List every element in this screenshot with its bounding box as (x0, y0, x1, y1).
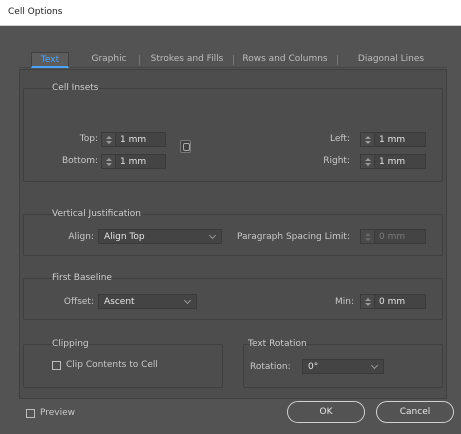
bottom-inset-value: 1 mm (120, 157, 147, 167)
tab-bar: Text Graphic Strokes and Fills Rows and … (19, 52, 447, 68)
tab-rows-and-columns[interactable]: Rows and Columns (235, 52, 335, 68)
right-inset-value: 1 mm (379, 157, 406, 167)
preview-checkbox[interactable] (26, 409, 35, 418)
rotation-dropdown-value: 0° (308, 362, 319, 372)
align-dropdown-value: Align Top (104, 232, 145, 242)
chevron-down-icon (183, 296, 192, 305)
chevron-down-icon (208, 231, 217, 240)
paragraph-spacing-limit-label: Paragraph Spacing Limit: (237, 232, 350, 242)
text-rotation-title: Text Rotation (248, 339, 307, 349)
top-inset-value: 1 mm (120, 135, 147, 145)
make-all-settings-same-chain-icon[interactable] (180, 140, 191, 153)
offset-dropdown-value: Ascent (104, 297, 135, 307)
tab-graphic[interactable]: Graphic (79, 52, 139, 68)
align-label: Align: (68, 232, 94, 242)
tab-separator (233, 55, 234, 65)
paragraph-spacing-limit-value: 0 mm (379, 232, 406, 242)
spin-arrows-icon[interactable] (361, 295, 375, 308)
tab-text[interactable]: Text (31, 52, 69, 68)
min-field[interactable]: 0 mm (360, 294, 426, 309)
cell-insets-title: Cell Insets (52, 83, 99, 93)
paragraph-spacing-limit-field[interactable]: 0 mm (360, 229, 426, 244)
bottom-label: Bottom: (61, 156, 98, 166)
clipping-title: Clipping (52, 339, 89, 349)
cell-options-dialog: Text Graphic Strokes and Fills Rows and … (0, 26, 461, 434)
clip-contents-checkbox[interactable] (52, 361, 61, 370)
left-inset-value: 1 mm (379, 135, 406, 145)
spin-arrows-icon[interactable] (361, 155, 375, 168)
bottom-inset-field[interactable]: 1 mm (101, 154, 166, 169)
min-label: Min: (334, 297, 354, 307)
offset-label: Offset: (63, 297, 94, 307)
cancel-button[interactable]: Cancel (376, 401, 454, 423)
tab-diagonal-lines[interactable]: Diagonal Lines (339, 52, 443, 68)
clip-contents-label[interactable]: Clip Contents to Cell (66, 360, 158, 370)
right-label: Right: (323, 156, 350, 166)
window-title: Cell Options (8, 7, 63, 17)
rotation-dropdown[interactable]: 0° (302, 359, 384, 374)
align-dropdown[interactable]: Align Top (98, 229, 222, 244)
spin-arrows-icon[interactable] (361, 230, 375, 243)
tab-separator (337, 55, 338, 65)
offset-dropdown[interactable]: Ascent (98, 294, 197, 309)
ok-button[interactable]: OK (287, 401, 365, 423)
spin-arrows-icon[interactable] (102, 155, 116, 168)
left-inset-field[interactable]: 1 mm (360, 132, 426, 147)
vertical-justification-title: Vertical Justification (52, 209, 141, 219)
tab-strokes-and-fills[interactable]: Strokes and Fills (141, 52, 233, 68)
spin-arrows-icon[interactable] (102, 133, 116, 146)
left-label: Left: (330, 134, 350, 144)
tab-separator (139, 55, 140, 65)
first-baseline-title: First Baseline (52, 273, 112, 283)
spin-arrows-icon[interactable] (361, 133, 375, 146)
right-inset-field[interactable]: 1 mm (360, 154, 426, 169)
title-bar: Cell Options (0, 0, 461, 26)
min-value: 0 mm (379, 297, 406, 307)
top-inset-field[interactable]: 1 mm (101, 132, 166, 147)
top-label: Top: (79, 134, 98, 144)
rotation-label: Rotation: (250, 362, 291, 372)
preview-label[interactable]: Preview (40, 408, 75, 418)
chevron-down-icon (370, 361, 379, 370)
